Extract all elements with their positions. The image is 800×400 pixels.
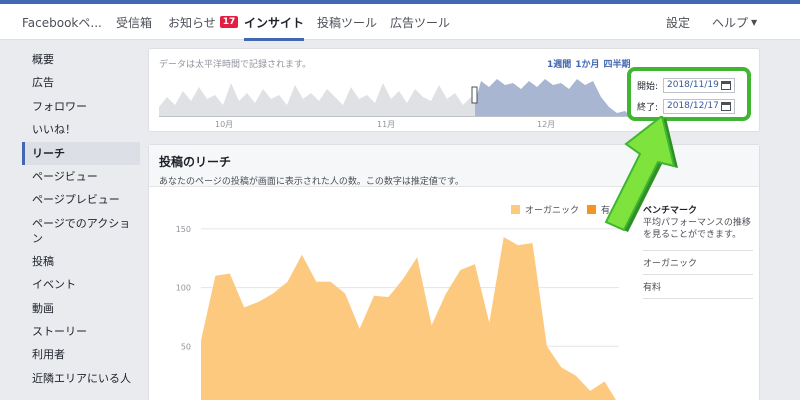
organic-data-point[interactable] bbox=[342, 291, 348, 297]
organic-data-point[interactable] bbox=[501, 234, 507, 240]
timeline-area bbox=[159, 83, 475, 117]
chart-area-group bbox=[198, 234, 616, 400]
legend-label-organic: オーガニック bbox=[525, 205, 579, 216]
end-date-value: 2018/12/17 bbox=[667, 101, 719, 111]
organic-data-point[interactable] bbox=[357, 326, 363, 332]
sidebar-item-likes[interactable]: いいね！ bbox=[22, 118, 140, 141]
timeline-month-label: 12月 bbox=[537, 120, 556, 129]
sidebar-item-page-views[interactable]: ページビュー bbox=[22, 165, 140, 188]
organic-data-point[interactable] bbox=[212, 273, 218, 279]
start-date-input[interactable]: 2018/11/19 bbox=[663, 78, 735, 93]
organic-data-point[interactable] bbox=[558, 364, 564, 370]
y-tick-label: 50 bbox=[181, 342, 191, 351]
organic-data-point[interactable] bbox=[270, 291, 276, 297]
start-date-value: 2018/11/19 bbox=[667, 80, 719, 90]
organic-data-point[interactable] bbox=[227, 271, 233, 277]
organic-data-point[interactable] bbox=[313, 279, 319, 285]
period-quarter-link[interactable]: 四半期 bbox=[604, 60, 631, 70]
organic-data-point[interactable] bbox=[400, 276, 406, 282]
page-header: Facebookペ... 受信箱 お知らせ 17 インサイト 投稿ツール 広告ツー… bbox=[0, 4, 800, 41]
organic-data-point[interactable] bbox=[573, 373, 579, 379]
timeline-selected-area bbox=[475, 79, 629, 117]
organic-data-point[interactable] bbox=[530, 240, 536, 246]
green-arrow-icon bbox=[604, 116, 678, 232]
sidebar-item-stories[interactable]: ストーリー bbox=[22, 320, 140, 343]
start-date-row: 開始: 2018/11/19 bbox=[637, 78, 735, 93]
timeline-drag-handle[interactable] bbox=[471, 86, 478, 104]
calendar-icon[interactable] bbox=[721, 102, 731, 111]
tab-notifications[interactable]: お知らせ 17 bbox=[168, 4, 239, 40]
organic-data-point[interactable] bbox=[299, 252, 305, 258]
organic-data-point[interactable] bbox=[385, 294, 391, 300]
benchmark-row-paid[interactable]: 有料 bbox=[643, 275, 753, 299]
organic-data-point[interactable] bbox=[544, 343, 550, 349]
chart-y-axis: 150 100 50 bbox=[176, 225, 191, 351]
timezone-note: データは太平洋時間で記録されます。 bbox=[159, 60, 312, 70]
organic-data-point[interactable] bbox=[371, 293, 377, 299]
end-date-row: 終了: 2018/12/17 bbox=[637, 99, 735, 114]
period-month-link[interactable]: 1か月 bbox=[575, 60, 599, 70]
tab-publishing-tools[interactable]: 投稿ツール bbox=[317, 4, 377, 40]
organic-data-point[interactable] bbox=[414, 254, 420, 260]
timeline-month-label: 11月 bbox=[377, 120, 396, 129]
page-name-link[interactable]: Facebookペ... bbox=[22, 4, 102, 40]
organic-data-point[interactable] bbox=[472, 261, 478, 267]
organic-data-point[interactable] bbox=[587, 388, 593, 394]
sidebar-item-ads[interactable]: 広告 bbox=[22, 71, 140, 94]
sidebar-item-followers[interactable]: フォロワー bbox=[22, 95, 140, 118]
tab-insights[interactable]: インサイト bbox=[244, 4, 305, 41]
organic-data-point[interactable] bbox=[256, 299, 262, 305]
period-week-link[interactable]: 1週間 bbox=[547, 60, 571, 70]
sidebar-item-reach[interactable]: リーチ bbox=[22, 141, 140, 165]
sidebar-item-overview[interactable]: 概要 bbox=[22, 48, 140, 71]
sidebar-item-local[interactable]: 近隣エリアにいる人 bbox=[22, 367, 140, 390]
organic-data-point[interactable] bbox=[457, 267, 463, 273]
date-range-inputs: 開始: 2018/11/19 終了: 2018/12/17 bbox=[627, 67, 751, 121]
tab-inbox[interactable]: 受信箱 bbox=[116, 4, 152, 40]
organic-data-point[interactable] bbox=[429, 322, 435, 328]
sidebar-item-people[interactable]: 利用者 bbox=[22, 343, 140, 366]
y-tick-label: 150 bbox=[176, 225, 191, 234]
organic-data-point[interactable] bbox=[602, 379, 608, 385]
legend-swatch-organic bbox=[511, 205, 520, 214]
insights-sidebar: 概要 広告 フォロワー いいね！ リーチ ページビュー ページプレビュー ページ… bbox=[22, 48, 140, 390]
notification-count-badge: 17 bbox=[219, 16, 239, 28]
organic-data-point[interactable] bbox=[443, 291, 449, 297]
organic-data-point[interactable] bbox=[486, 320, 492, 326]
help-label: ヘルプ bbox=[712, 15, 749, 30]
post-reach-chart: オーガニック 有 15010050 bbox=[176, 204, 619, 400]
timeline-scrubber[interactable] bbox=[159, 75, 629, 117]
end-date-label: 終了: bbox=[637, 103, 659, 113]
end-date-input[interactable]: 2018/12/17 bbox=[663, 99, 735, 114]
organic-data-point[interactable] bbox=[515, 242, 521, 248]
sidebar-item-page-previews[interactable]: ページプレビュー bbox=[22, 188, 140, 211]
tab-ad-tools[interactable]: 広告ツール bbox=[390, 4, 450, 40]
settings-link[interactable]: 設定 bbox=[666, 4, 690, 40]
organic-reach-area bbox=[201, 237, 616, 400]
organic-data-point[interactable] bbox=[241, 305, 247, 311]
sidebar-item-videos[interactable]: 動画 bbox=[22, 297, 140, 320]
tab-notifications-label: お知らせ bbox=[168, 15, 216, 30]
help-menu[interactable]: ヘルプ ▼ bbox=[712, 4, 757, 40]
sidebar-item-page-actions[interactable]: ページでのアクション bbox=[22, 212, 140, 250]
sidebar-item-posts[interactable]: 投稿 bbox=[22, 250, 140, 273]
period-selector: 1週間 1か月 四半期 bbox=[547, 57, 635, 70]
timeline-month-label: 10月 bbox=[215, 120, 234, 129]
calendar-icon[interactable] bbox=[721, 81, 731, 90]
organic-data-point[interactable] bbox=[198, 337, 204, 343]
organic-data-point[interactable] bbox=[328, 279, 334, 285]
organic-data-point[interactable] bbox=[285, 279, 291, 285]
start-date-label: 開始: bbox=[637, 82, 659, 92]
y-tick-label: 100 bbox=[176, 284, 191, 293]
sidebar-item-events[interactable]: イベント bbox=[22, 273, 140, 296]
benchmark-row-organic[interactable]: オーガニック bbox=[643, 250, 753, 275]
caret-down-icon: ▼ bbox=[751, 17, 758, 27]
